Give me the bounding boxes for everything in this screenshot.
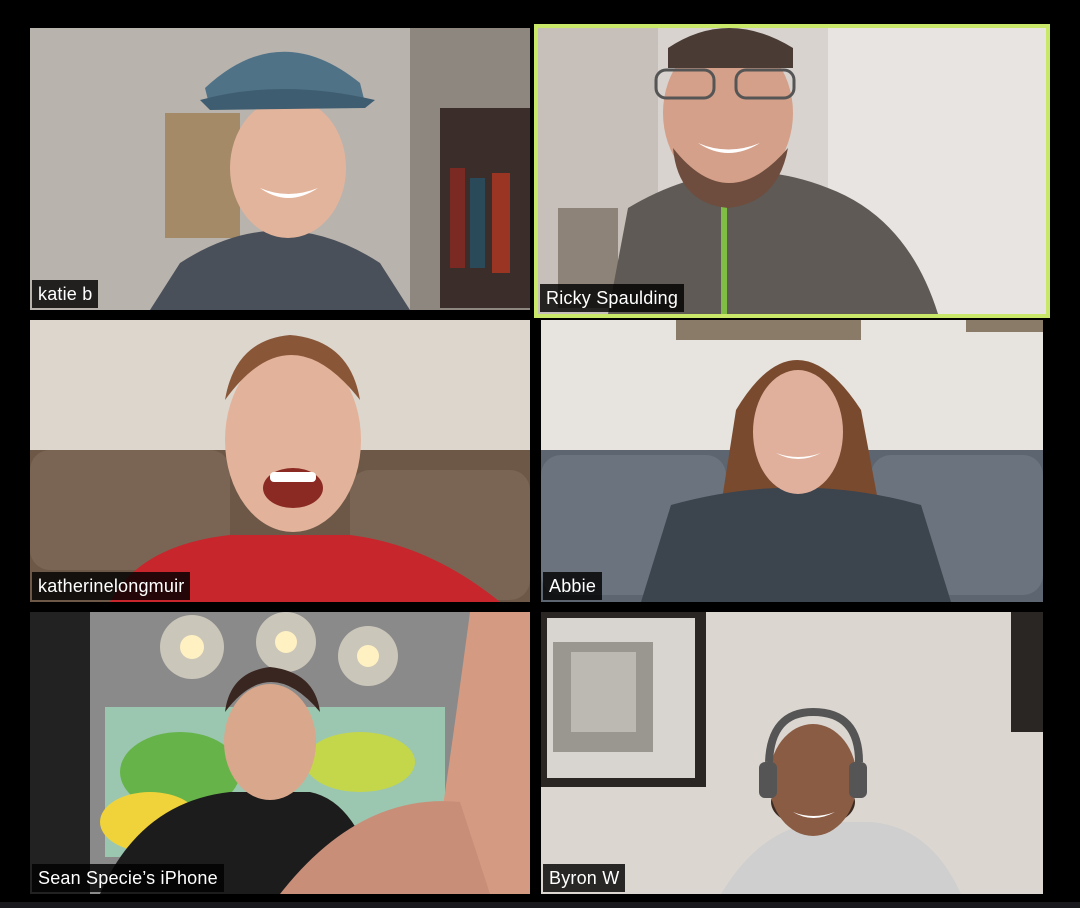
participant-name-label: katherinelongmuir bbox=[32, 572, 191, 600]
video-feed bbox=[30, 28, 530, 310]
video-tile-katherinelongmuir[interactable]: katherinelongmuir bbox=[30, 320, 530, 602]
video-tile-abbie[interactable]: Abbie bbox=[541, 320, 1043, 602]
participant-name-label: Sean Specie’s iPhone bbox=[32, 864, 224, 892]
video-feed bbox=[541, 320, 1043, 602]
window-bottom-edge bbox=[0, 902, 1080, 908]
video-feed bbox=[30, 612, 530, 894]
video-feed bbox=[541, 612, 1043, 894]
participant-name-label: Byron W bbox=[543, 864, 626, 892]
video-feed bbox=[538, 28, 1046, 314]
participant-name-label: Abbie bbox=[543, 572, 603, 600]
participant-name-label: Ricky Spaulding bbox=[540, 284, 685, 312]
video-feed bbox=[30, 320, 530, 602]
video-tile-sean-specie-iphone[interactable]: Sean Specie’s iPhone bbox=[30, 612, 530, 894]
video-tile-katie-b[interactable]: katie b bbox=[30, 28, 530, 310]
video-tile-ricky-spaulding[interactable]: Ricky Spaulding bbox=[534, 24, 1050, 318]
video-tile-byron-w[interactable]: Byron W bbox=[541, 612, 1043, 894]
participant-name-label: katie b bbox=[32, 280, 99, 308]
